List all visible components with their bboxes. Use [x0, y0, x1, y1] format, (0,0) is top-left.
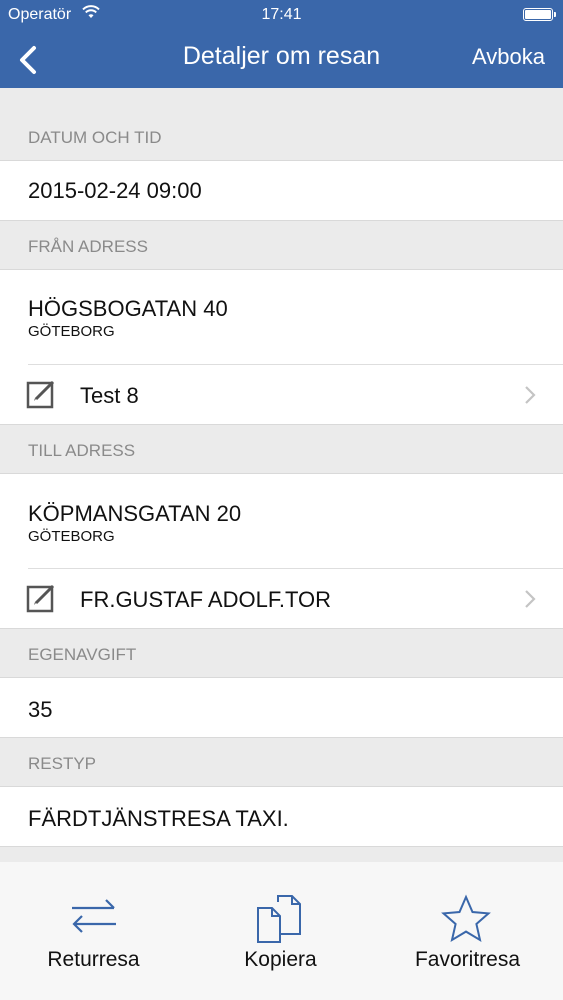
section-header-egenavgift: EGENAVGIFT	[28, 645, 137, 664]
chevron-right-icon	[525, 386, 536, 404]
egenavgift-row: 35	[0, 677, 563, 738]
copy-icon	[257, 895, 301, 943]
avboka-button[interactable]: Avboka	[472, 44, 545, 70]
kopiera-label: Kopiera	[244, 948, 317, 971]
section-header-datum: DATUM OCH TID	[28, 128, 162, 147]
restyp-row: FÄRDTJÄNSTRESA TAXI.	[0, 786, 563, 847]
favoritresa-label: Favoritresa	[414, 948, 521, 971]
star-icon	[441, 894, 491, 943]
datum-value: 2015-02-24 09:00	[28, 178, 202, 203]
edit-icon	[26, 584, 55, 613]
fran-street: HÖGSBOGATAN 40	[28, 296, 228, 321]
favoritresa-button[interactable]: Favoritresa	[374, 862, 561, 1000]
section-header-restyp: RESTYP	[28, 754, 97, 773]
navigation-bar: Detaljer om resan Avboka	[0, 30, 563, 88]
edit-icon	[26, 380, 55, 409]
swap-arrows-icon	[72, 899, 116, 933]
datum-row: 2015-02-24 09:00	[0, 160, 563, 221]
status-time: 17:41	[261, 6, 302, 23]
restyp-value: FÄRDTJÄNSTRESA TAXI.	[28, 806, 289, 831]
fran-note-row[interactable]: Test 8	[0, 365, 563, 425]
fran-note: Test 8	[80, 383, 139, 408]
till-address-block: KÖPMANSGATAN 20 GÖTEBORG FR.GUSTAF ADOLF…	[0, 473, 563, 629]
top-bar: Operatör 17:41 Detaljer om resan Avboka	[0, 0, 563, 88]
egenavgift-value: 35	[28, 697, 53, 722]
fran-address-block: HÖGSBOGATAN 40 GÖTEBORG Test 8	[0, 269, 563, 425]
status-bar: Operatör 17:41	[0, 0, 563, 30]
bottom-toolbar: Returresa Kopiera Favoritresa	[0, 862, 563, 1000]
fran-city: GÖTEBORG	[28, 323, 115, 340]
chevron-right-icon	[525, 590, 536, 608]
till-street: KÖPMANSGATAN 20	[28, 501, 242, 526]
returresa-label: Returresa	[47, 948, 140, 971]
till-note: FR.GUSTAF ADOLF.TOR	[80, 587, 331, 612]
kopiera-button[interactable]: Kopiera	[187, 862, 374, 1000]
section-header-till: TILL ADRESS	[28, 441, 136, 460]
battery-icon	[523, 8, 556, 21]
till-note-row[interactable]: FR.GUSTAF ADOLF.TOR	[0, 569, 563, 629]
till-city: GÖTEBORG	[28, 528, 115, 545]
returresa-button[interactable]: Returresa	[0, 862, 187, 1000]
section-header-fran: FRÅN ADRESS	[28, 237, 148, 256]
